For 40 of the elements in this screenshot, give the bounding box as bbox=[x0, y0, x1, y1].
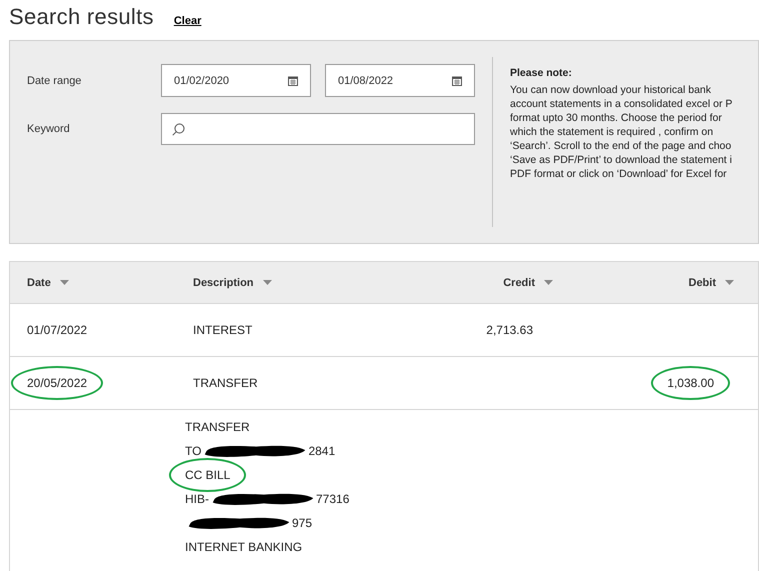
sort-caret-icon[interactable] bbox=[60, 280, 69, 285]
detail-text: 2841 bbox=[308, 444, 336, 458]
clear-link[interactable]: Clear bbox=[174, 15, 202, 27]
detail-text: INTERNET BANKING bbox=[184, 539, 304, 556]
sort-caret-icon[interactable] bbox=[544, 280, 553, 285]
detail-text: TRANSFER bbox=[184, 419, 251, 436]
field-label: Date range bbox=[27, 74, 82, 86]
note-text-line: ‘Save as PDF/Print’ to download the statement i bbox=[510, 153, 732, 167]
calendar-icon[interactable] bbox=[288, 76, 298, 86]
detail-text: 77316 bbox=[316, 492, 350, 506]
column-header[interactable]: Credit bbox=[503, 276, 535, 288]
table-cell-text: 01/07/2022 bbox=[26, 322, 88, 339]
field-label: Keyword bbox=[27, 123, 71, 135]
sort-caret-icon[interactable] bbox=[262, 280, 272, 285]
detail-text: CC BILL bbox=[169, 458, 246, 492]
date-field[interactable]: 01/08/2022 bbox=[325, 64, 475, 97]
keyword-field[interactable] bbox=[161, 113, 475, 145]
note-text-line: PDF format or click on ‘Download’ for Excel for bbox=[510, 167, 728, 181]
search-icon bbox=[172, 122, 185, 136]
table-cell: 1,038.00 bbox=[651, 366, 730, 400]
detail-text: 975 bbox=[291, 515, 314, 532]
note-heading: Please note: bbox=[510, 67, 573, 79]
table-cell-text: INTEREST bbox=[192, 322, 254, 339]
detail-text: HIB- bbox=[184, 491, 210, 508]
calendar-icon[interactable] bbox=[452, 76, 462, 86]
column-header[interactable]: Debit bbox=[688, 276, 716, 288]
note-text-line: account statements in a consolidated excel or P bbox=[510, 97, 732, 111]
note-text-line: You can now download your historical bank bbox=[510, 83, 712, 97]
note-text-line: format upto 30 months. Choose the period for bbox=[510, 111, 723, 125]
table-cell-text: TRANSFER bbox=[192, 375, 259, 392]
column-header[interactable]: Description bbox=[193, 276, 254, 288]
column-header[interactable]: Date bbox=[27, 276, 51, 288]
detail-text: TO bbox=[184, 443, 202, 460]
page-title: Search results bbox=[9, 4, 154, 30]
table-cell-text: 2,713.63 bbox=[485, 322, 534, 339]
note-text-line: ‘Search’. Scroll to the end of the page and choo bbox=[510, 139, 732, 153]
note-text-line: which the statement is required , confirm on bbox=[510, 125, 714, 139]
table-cell: 20/05/2022 bbox=[11, 366, 104, 400]
date-field[interactable]: 01/02/2020 bbox=[161, 64, 311, 97]
sort-caret-icon[interactable] bbox=[725, 280, 734, 285]
